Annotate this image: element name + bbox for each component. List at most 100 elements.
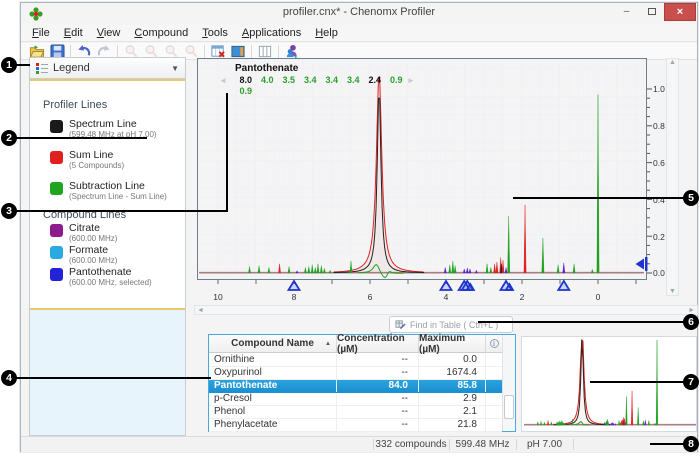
cluster-value[interactable]: 3.4 xyxy=(321,75,343,85)
sort-ascending-icon: ▲ xyxy=(325,341,331,347)
cluster-value[interactable]: 3.5 xyxy=(278,75,300,85)
legend-item-spectrum-line[interactable]: Spectrum Line (599.48 MHz at pH 7.00) xyxy=(50,119,157,139)
cell-compound-name: Oxypurinol xyxy=(209,367,337,379)
table-row[interactable]: Ornithine -- 0.0 xyxy=(209,354,502,367)
minimize-button[interactable]: – xyxy=(614,3,639,19)
legend-item-sum-line[interactable]: Sum Line (5 Compounds) xyxy=(50,150,124,170)
menu-view[interactable]: View xyxy=(90,26,128,40)
find-in-table-box[interactable]: Find in Table ( Ctrl+L ) xyxy=(389,316,513,333)
citrate-swatch xyxy=(50,224,63,237)
cluster-value[interactable]: 3.4 xyxy=(300,75,322,85)
cluster-next-icon[interactable]: ► xyxy=(407,76,415,85)
callout-2-line xyxy=(16,137,147,139)
cell-compound-name: Phenol xyxy=(209,406,337,418)
spectrum-plot[interactable]: 1.0 0.8 0.6 0.4 0.2 0.0 10 8 6 4 2 0 xyxy=(197,56,679,303)
y-tick-label: 1.0 xyxy=(653,84,665,94)
table-row-selected[interactable]: Pantothenate 84.0 85.8 xyxy=(209,380,502,393)
cell-compound-name: p-Cresol xyxy=(209,393,337,405)
app-window: profiler.cnx* - Chenomx Profiler – × Fil… xyxy=(20,2,698,452)
table-scrollbar[interactable] xyxy=(502,335,515,431)
legend-item-formate[interactable]: Formate (600.00 MHz) xyxy=(50,245,117,265)
legend-item-sublabel: (600.00 MHz, selected) xyxy=(69,278,152,287)
table-row[interactable]: Oxypurinol -- 1674.4 xyxy=(209,367,502,380)
table-row[interactable]: Phenylacetate -- 21.8 xyxy=(209,419,502,432)
x-tick-label: 6 xyxy=(368,292,373,302)
legend-item-label: Subtraction Line xyxy=(69,181,167,192)
menu-compound[interactable]: Compound xyxy=(127,26,195,40)
scroll-left-icon[interactable]: ◄ xyxy=(197,307,204,314)
legend-panel: Legend ▼ Profiler Lines Spectrum Line (5… xyxy=(29,57,186,436)
spectrum-horizontal-scrollbar[interactable]: ◄► xyxy=(194,305,698,315)
legend-list-icon xyxy=(36,62,48,74)
column-header-label: Maximum (µM) xyxy=(419,333,485,355)
legend-item-label: Sum Line xyxy=(69,150,124,161)
cell-maximum: 2.1 xyxy=(419,406,486,418)
table-scrollbar-thumb[interactable] xyxy=(504,395,514,419)
y-tick-label: 0.6 xyxy=(653,158,665,168)
maximize-button[interactable] xyxy=(639,3,664,19)
cell-maximum: 21.8 xyxy=(419,419,486,431)
callout-4-line xyxy=(16,377,211,379)
table-row[interactable]: Phenol -- 2.1 xyxy=(209,406,502,419)
scroll-up-icon[interactable]: ▲ xyxy=(669,59,676,66)
empty-panel xyxy=(30,308,185,435)
callout-7: 7 xyxy=(683,374,699,390)
x-tick-label: 8 xyxy=(292,292,297,302)
cluster-value[interactable]: 8.0 xyxy=(235,75,257,85)
cluster-value[interactable]: 0.9 xyxy=(235,86,257,96)
table-row[interactable]: p-Cresol -- 2.9 xyxy=(209,393,502,406)
cluster-value[interactable]: 4.0 xyxy=(257,75,279,85)
toolbar-separator xyxy=(70,45,71,58)
legend-item-pantothenate[interactable]: Pantothenate (600.00 MHz, selected) xyxy=(50,267,152,287)
menu-file[interactable]: File xyxy=(25,26,57,40)
legend-item-citrate[interactable]: Citrate (600.00 MHz) xyxy=(50,223,117,243)
cell-concentration: -- xyxy=(337,393,419,405)
column-header-compound-name[interactable]: Compound Name ▲ xyxy=(209,335,337,352)
info-icon: i xyxy=(490,339,499,348)
status-separator xyxy=(573,439,574,450)
status-frequency: 599.48 MHz xyxy=(449,439,516,450)
cluster-value[interactable]: 3.4 xyxy=(343,75,365,85)
menu-applications[interactable]: Applications xyxy=(235,26,308,40)
y-scale-handle-icon[interactable] xyxy=(636,257,648,271)
callout-4: 4 xyxy=(1,370,17,386)
cell-concentration: -- xyxy=(337,406,419,418)
spectrum-vertical-scrollbar[interactable]: ▲▼ xyxy=(666,58,679,296)
x-tick-label: 2 xyxy=(520,292,525,302)
cell-concentration: -- xyxy=(337,419,419,431)
status-ph: pH 7.00 xyxy=(516,439,573,450)
menu-bar: File Edit View Compound Tools Applicatio… xyxy=(21,25,697,42)
y-tick-label: 0.2 xyxy=(653,232,665,242)
callout-3-line-vertical xyxy=(226,93,228,212)
menu-help[interactable]: Help xyxy=(308,26,345,40)
compound-table: Compound Name ▲ Concentration (µM) Maxim… xyxy=(208,334,516,432)
callout-2: 2 xyxy=(1,130,17,146)
column-header-info[interactable]: i xyxy=(486,335,502,352)
scroll-down-icon[interactable]: ▼ xyxy=(669,288,676,295)
legend-item-sublabel: (600.00 MHz) xyxy=(69,256,117,265)
column-header-maximum[interactable]: Maximum (µM) xyxy=(419,335,486,352)
legend-item-label: Spectrum Line xyxy=(69,119,157,130)
x-tick-label: 10 xyxy=(213,292,223,302)
legend-item-sublabel: (Spectrum Line - Sum Line) xyxy=(69,192,167,201)
cell-maximum: 2.9 xyxy=(419,393,486,405)
chevron-down-icon: ▼ xyxy=(171,64,179,73)
cluster-prev-icon[interactable]: ◄ xyxy=(219,76,227,85)
column-header-label: Compound Name xyxy=(231,338,314,349)
subtraction-line-swatch xyxy=(50,182,63,195)
menu-edit[interactable]: Edit xyxy=(57,26,90,40)
overview-spectrum xyxy=(522,337,696,431)
close-button[interactable]: × xyxy=(664,3,696,21)
legend-dropdown[interactable]: Legend ▼ xyxy=(30,58,185,79)
y-tick-label: 0.8 xyxy=(653,121,665,131)
cell-maximum: 1674.4 xyxy=(419,367,486,379)
cell-compound-name: Pantothenate xyxy=(209,380,337,392)
title-bar[interactable]: profiler.cnx* - Chenomx Profiler – × xyxy=(21,3,697,25)
menu-tools[interactable]: Tools xyxy=(195,26,235,40)
cluster-value[interactable]: 2.4 xyxy=(364,75,386,85)
scroll-right-icon[interactable]: ► xyxy=(688,307,695,314)
column-header-concentration[interactable]: Concentration (µM) xyxy=(337,335,419,352)
cluster-value[interactable]: 0.9 xyxy=(386,75,408,85)
overview-spectrum-panel[interactable] xyxy=(521,336,697,432)
legend-item-subtraction-line[interactable]: Subtraction Line (Spectrum Line - Sum Li… xyxy=(50,181,167,201)
